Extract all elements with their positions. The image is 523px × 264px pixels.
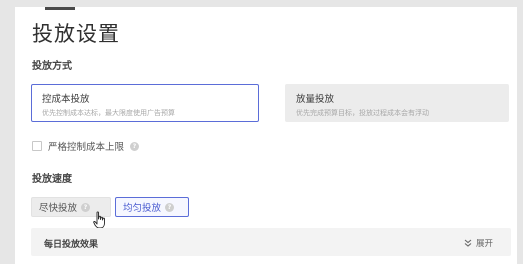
page-title: 投放设置 [32,22,120,46]
expand-label: 展开 [475,239,493,249]
option-cost-control-desc: 优先控制成本达标，最大限度使用广告预算 [42,109,175,117]
hand-pointer-icon [93,211,105,229]
question-circle-icon[interactable]: ? [165,202,175,212]
option-cost-control[interactable]: 控成本投放 优先控制成本达标，最大限度使用广告预算 [31,84,259,122]
cost-cap-row: 严格控制成本上限 ? [32,139,140,153]
option-volume-title: 放量投放 [296,94,335,105]
cost-cap-checkbox[interactable] [32,141,42,151]
top-strip [45,7,75,10]
delivery-method-label: 投放方式 [32,61,72,72]
delivery-speed-label: 投放速度 [32,174,72,185]
question-circle-icon[interactable]: ? [81,202,91,212]
question-circle-icon[interactable]: ? [130,141,140,151]
option-cost-control-title: 控成本投放 [42,94,90,105]
daily-effect-bar: 每日投放效果 展开 [31,228,511,256]
speed-asap-label: 尽快投放 [39,203,78,214]
speed-even-label: 均匀投放 [123,203,162,214]
option-volume-desc: 优先完成预算目标，投放过程成本会有浮动 [296,109,429,117]
cost-cap-label: 严格控制成本上限 [48,142,125,153]
daily-effect-title: 每日投放效果 [44,240,99,250]
option-volume[interactable]: 放量投放 优先完成预算目标，投放过程成本会有浮动 [285,84,509,122]
double-chevron-down-icon [464,239,472,247]
expand-toggle[interactable]: 展开 [464,237,493,249]
speed-even-button[interactable]: 均匀投放 ? [115,197,189,217]
settings-panel: 投放设置 投放方式 控成本投放 优先控制成本达标，最大限度使用广告预算 放量投放… [15,7,517,264]
